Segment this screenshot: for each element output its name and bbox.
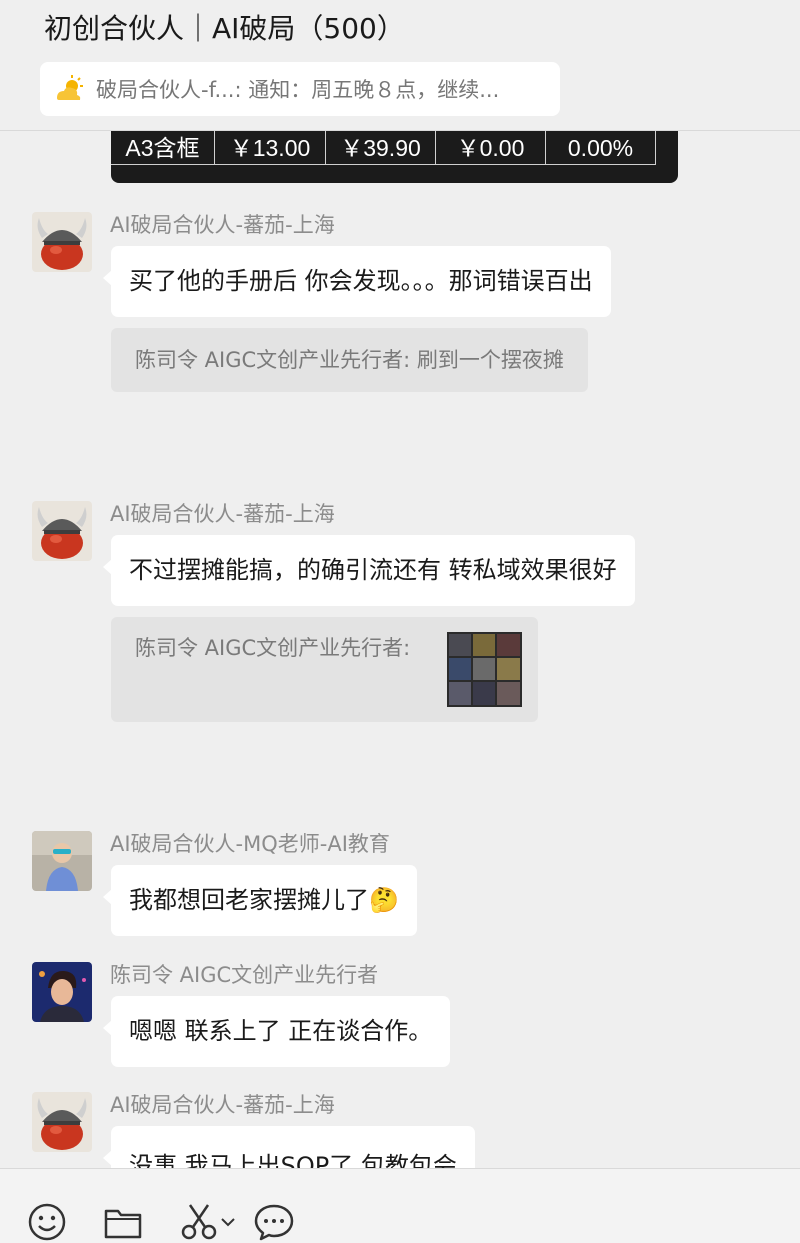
- sender-name[interactable]: AI破局合伙人-蕃茄-上海: [110, 501, 335, 527]
- quoted-image-thumbnail[interactable]: [447, 632, 522, 707]
- avatar[interactable]: [32, 212, 92, 272]
- avatar[interactable]: [32, 501, 92, 561]
- chat-title[interactable]: 初创合伙人｜AI破局（500）: [44, 10, 405, 48]
- viking-tomato-avatar-icon: [32, 212, 92, 272]
- scissors-icon[interactable]: [180, 1203, 218, 1241]
- message-text: 我都想回老家摆摊儿了: [129, 886, 369, 914]
- avatar[interactable]: [32, 831, 92, 891]
- weather-sun-icon: [57, 75, 83, 100]
- child-photo-avatar-icon: [32, 831, 92, 891]
- message-bubble[interactable]: 我都想回老家摆摊儿了🤔: [103, 865, 417, 936]
- viking-tomato-avatar-icon: [32, 1092, 92, 1152]
- sender-name[interactable]: AI破局合伙人-蕃茄-上海: [110, 1092, 335, 1118]
- table-cell: A3含框: [111, 131, 215, 165]
- message-bubble[interactable]: 不过摆摊能搞，的确引流还有 转私域效果很好: [103, 535, 635, 606]
- viking-tomato-avatar-icon: [32, 501, 92, 561]
- table-cell: ￥39.90: [326, 131, 436, 165]
- table-cell: ￥13.00: [215, 131, 326, 165]
- sender-name[interactable]: AI破局合伙人-蕃茄-上海: [110, 212, 335, 238]
- table-cell: 0.00%: [546, 131, 656, 165]
- smiley-icon[interactable]: [28, 1203, 66, 1241]
- avatar[interactable]: [32, 962, 92, 1022]
- chat-bubble-icon[interactable]: [254, 1203, 294, 1241]
- table-cell: ￥0.00: [436, 131, 546, 165]
- input-toolbar: [0, 1168, 800, 1243]
- price-table-row: A3含框 ￥13.00 ￥39.90 ￥0.00 0.00%: [111, 131, 656, 165]
- message-bubble[interactable]: 买了他的手册后 你会发现。。。那词错误百出: [103, 246, 611, 317]
- quoted-message[interactable]: 陈司令 AIGC文创产业先行者: 刷到一个摆夜摊: [111, 328, 588, 392]
- quoted-message[interactable]: 陈司令 AIGC文创产业先行者:: [111, 617, 538, 722]
- avatar[interactable]: [32, 1092, 92, 1152]
- sender-name[interactable]: 陈司令 AIGC文创产业先行者: [110, 962, 378, 988]
- message-bubble[interactable]: 嗯嗯 联系上了 正在谈合作。: [102, 996, 451, 1067]
- group-notice-bar[interactable]: 破局合伙人-f...: 通知：周五晚８点，继续...: [40, 62, 560, 116]
- portrait-avatar-icon: [32, 962, 92, 1022]
- folder-icon[interactable]: [104, 1207, 142, 1239]
- thinking-emoji-icon: 🤔: [369, 886, 399, 914]
- price-table-image[interactable]: A3含框 ￥13.00 ￥39.90 ￥0.00 0.00%: [111, 131, 678, 183]
- chat-header: 初创合伙人｜AI破局（500） 破局合伙人-f...: 通知：周五晚８点，继续.…: [0, 0, 800, 131]
- chevron-down-icon[interactable]: [220, 1216, 236, 1228]
- notice-text: 破局合伙人-f...: 通知：周五晚８点，继续...: [96, 78, 500, 102]
- quoted-message-text: 陈司令 AIGC文创产业先行者:: [135, 636, 411, 660]
- sender-name[interactable]: AI破局合伙人-MQ老师-AI教育: [110, 831, 390, 857]
